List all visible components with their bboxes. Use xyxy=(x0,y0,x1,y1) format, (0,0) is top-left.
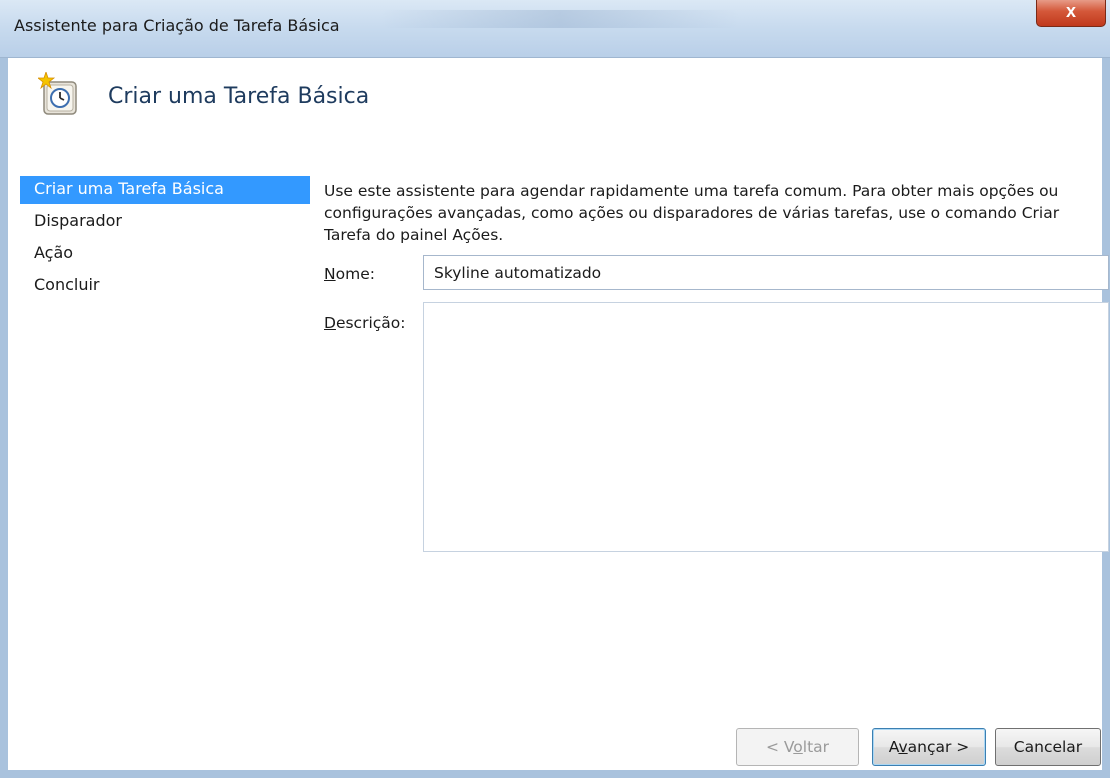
next-button-post: ançar > xyxy=(907,738,970,756)
back-button[interactable]: < Voltar xyxy=(736,728,859,766)
back-button-pre: < V xyxy=(765,738,794,756)
wizard-steps-nav: Criar uma Tarefa Básica Disparador Ação … xyxy=(20,176,310,304)
name-label: Nome: xyxy=(324,265,375,283)
scheduled-task-clock-icon xyxy=(38,72,77,115)
nav-step-finish[interactable]: Concluir xyxy=(20,272,310,300)
name-label-rest: ome: xyxy=(335,265,375,283)
close-button[interactable]: x xyxy=(1036,0,1106,27)
page-title: Criar uma Tarefa Básica xyxy=(108,84,370,109)
wizard-description: Use este assistente para agendar rapidam… xyxy=(324,182,1060,244)
description-label-rest: escrição: xyxy=(335,314,406,332)
description-label: Descrição: xyxy=(324,314,405,332)
nav-step-action[interactable]: Ação xyxy=(20,240,310,268)
description-textarea[interactable] xyxy=(423,302,1109,552)
cancel-button[interactable]: Cancelar xyxy=(995,728,1101,766)
title-bar-background-blur xyxy=(380,10,740,28)
next-button-accel: v xyxy=(898,738,908,756)
window-title: Assistente para Criação de Tarefa Básica xyxy=(14,16,340,35)
description-label-accel: D xyxy=(324,314,336,332)
close-icon: x xyxy=(1065,1,1076,21)
nav-step-create-basic-task[interactable]: Criar uma Tarefa Básica xyxy=(20,176,310,204)
nav-step-trigger[interactable]: Disparador xyxy=(20,208,310,236)
next-button[interactable]: Avançar > xyxy=(872,728,986,766)
next-button-pre: A xyxy=(888,738,899,756)
wizard-header: Criar uma Tarefa Básica xyxy=(8,58,1102,154)
back-button-accel: o xyxy=(793,738,803,756)
title-bar[interactable]: Assistente para Criação de Tarefa Básica… xyxy=(0,0,1110,58)
name-input[interactable] xyxy=(423,255,1109,290)
back-button-post: ltar xyxy=(802,738,830,756)
wizard-window: Assistente para Criação de Tarefa Básica… xyxy=(0,0,1110,778)
name-label-accel: N xyxy=(324,265,336,283)
